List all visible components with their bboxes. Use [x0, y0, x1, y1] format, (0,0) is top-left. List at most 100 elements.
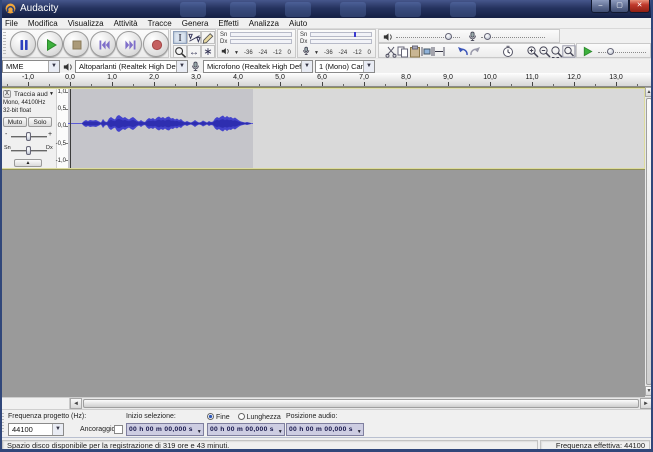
play-at-speed-icon[interactable] — [582, 46, 593, 57]
skip-to-start-button[interactable] — [89, 31, 116, 57]
playback-speed-thumb[interactable] — [607, 48, 614, 55]
ruler-minor-tick — [511, 83, 512, 86]
chevron-down-icon: ▼ — [301, 61, 312, 72]
close-button[interactable]: ✕ — [629, 0, 650, 13]
multi-tool-button[interactable]: ∗ — [201, 44, 215, 58]
selection-start-field[interactable]: 00 h 00 m 00,000 s ▼ — [126, 423, 204, 436]
menu-modifica[interactable]: Modifica — [23, 18, 63, 29]
stop-button[interactable] — [63, 31, 89, 57]
ruler-label: 10,0 — [483, 74, 497, 81]
scroll-down-button[interactable]: ▼ — [645, 386, 653, 396]
playback-speed-slider[interactable] — [598, 52, 646, 53]
track-vertical-ruler[interactable]: 1,0 0,5 0,0 -0,5 -1,0 — [56, 88, 68, 169]
zoom-tool-button[interactable] — [173, 44, 187, 58]
menu-analizza[interactable]: Analizza — [244, 18, 284, 29]
input-channels-select[interactable]: 1 (Mono) Canale c ▼ — [315, 60, 375, 73]
silence-button[interactable] — [432, 45, 447, 59]
collapse-track-button[interactable]: ▲ — [14, 159, 42, 167]
mute-button[interactable]: Muto — [3, 117, 27, 127]
track-waveform-area[interactable] — [68, 88, 645, 169]
input-device-select[interactable]: Microfono (Realtek High Defini ▼ — [203, 60, 313, 73]
ruler-label: -1,0 — [21, 74, 35, 81]
length-radio-label[interactable]: Lunghezza — [247, 414, 281, 421]
ruler-major-tick — [532, 82, 533, 86]
selection-tool-button[interactable]: I — [173, 31, 187, 44]
menu-visualizza[interactable]: Visualizza — [63, 18, 109, 29]
output-volume-thumb[interactable] — [445, 33, 452, 40]
stop-icon — [72, 40, 82, 50]
db-scale-label: -24 — [258, 50, 268, 56]
audio-position-field[interactable]: 00 h 00 m 00,000 s ▼ — [286, 423, 364, 436]
menu-genera[interactable]: Genera — [177, 18, 214, 29]
menu-effetti[interactable]: Effetti — [213, 18, 243, 29]
track-close-button[interactable]: X — [3, 90, 11, 98]
ruler-label: 8,0 — [401, 74, 411, 81]
project-canvas[interactable] — [0, 170, 653, 397]
pause-button[interactable] — [10, 31, 36, 57]
pan-slider-thumb[interactable] — [26, 146, 31, 155]
pan-right-label: Dx — [46, 145, 53, 151]
selection-end-field[interactable]: 00 h 00 m 00,000 s ▼ — [207, 423, 285, 436]
skip-to-end-button[interactable] — [116, 31, 142, 57]
ruler-label: 13,0 — [609, 74, 623, 81]
chevron-down-icon[interactable]: ▼ — [234, 50, 239, 56]
sync-lock-button[interactable] — [501, 45, 516, 59]
project-rate-select[interactable]: 44100 ▼ — [8, 423, 64, 436]
timeline-ruler[interactable]: -1,0 0,0 1,0 2,0 3,0 4,0 5,0 6,0 7,0 8,0 9,0 10,0 11… — [0, 73, 653, 87]
meter-bar-dx — [310, 38, 372, 44]
edit-cursor — [70, 88, 71, 169]
zoom-fit-button[interactable] — [562, 44, 577, 59]
maximize-button[interactable]: ▢ — [610, 0, 629, 13]
vertical-scroll-thumb[interactable] — [645, 98, 652, 385]
ruler-minor-tick — [7, 83, 8, 86]
redo-button[interactable] — [468, 45, 483, 59]
transport-toolbar — [1, 29, 169, 58]
menu-tracce[interactable]: Tracce — [143, 18, 177, 29]
ruler-label: 0,0 — [65, 74, 75, 81]
track-menu-chevron-icon[interactable]: ▼ — [49, 91, 54, 98]
horizontal-scroll-thumb[interactable] — [83, 399, 639, 408]
audio-host-select[interactable]: MME ▼ — [2, 60, 60, 73]
toolbar-grip[interactable] — [3, 32, 6, 55]
end-radio-label[interactable]: Fine — [216, 414, 230, 421]
solo-button[interactable]: Solo — [28, 117, 52, 127]
menu-file[interactable]: File — [0, 18, 23, 29]
timeshift-tool-button[interactable]: ↔ — [187, 44, 201, 58]
gain-max-label: + — [48, 131, 53, 138]
vertical-scrollbar[interactable]: ▲ ▼ — [645, 87, 653, 397]
end-radio[interactable] — [207, 413, 214, 420]
ruler-minor-tick — [385, 83, 386, 86]
status-message: Spazio disco disponibile per la registra… — [2, 440, 538, 451]
track-title[interactable]: Traccia aud — [14, 91, 48, 98]
menu-aiuto[interactable]: Aiuto — [284, 18, 312, 29]
input-volume-thumb[interactable] — [484, 33, 491, 40]
play-button[interactable] — [36, 31, 63, 57]
minimize-button[interactable]: – — [591, 0, 610, 13]
snap-checkbox[interactable] — [114, 425, 123, 434]
menu-attività[interactable]: Attività — [109, 18, 143, 29]
record-button[interactable] — [142, 31, 169, 57]
channel-label-sn: Sn — [300, 32, 308, 38]
ruler-minor-tick — [469, 83, 470, 86]
envelope-tool-button[interactable] — [187, 31, 201, 44]
chevron-down-icon[interactable]: ▼ — [314, 50, 319, 56]
scroll-left-button[interactable]: ◄ — [70, 398, 82, 409]
edit-toolbar — [378, 43, 577, 59]
gain-slider-thumb[interactable] — [26, 132, 31, 141]
gain-min-label: - — [5, 131, 8, 138]
db-scale-label: -12 — [353, 50, 362, 56]
length-radio[interactable] — [237, 413, 245, 420]
status-bar: Spazio disco disponibile per la registra… — [0, 437, 653, 452]
title-bar: Audacity – ▢ ✕ — [0, 0, 653, 18]
ruler-major-tick — [70, 82, 71, 86]
draw-tool-button[interactable] — [201, 31, 215, 44]
ruler-major-tick — [322, 82, 323, 86]
selection-toolbar: Frequenza progetto (Hz): 44100 ▼ Ancoragg… — [0, 409, 653, 437]
scroll-up-button[interactable]: ▲ — [645, 87, 653, 97]
scroll-right-button[interactable]: ► — [640, 398, 652, 409]
output-device-select[interactable]: Altoparlanti (Realtek High Defi ▼ — [75, 60, 188, 73]
track-control-panel: X Traccia aud ▼ Mono, 44100Hz 32-bit flo… — [1, 88, 56, 169]
horizontal-scrollbar[interactable]: ◄ ► — [0, 397, 653, 410]
toolbar-grip[interactable] — [1, 413, 4, 434]
audio-position-label: Posizione audio: — [286, 413, 338, 420]
